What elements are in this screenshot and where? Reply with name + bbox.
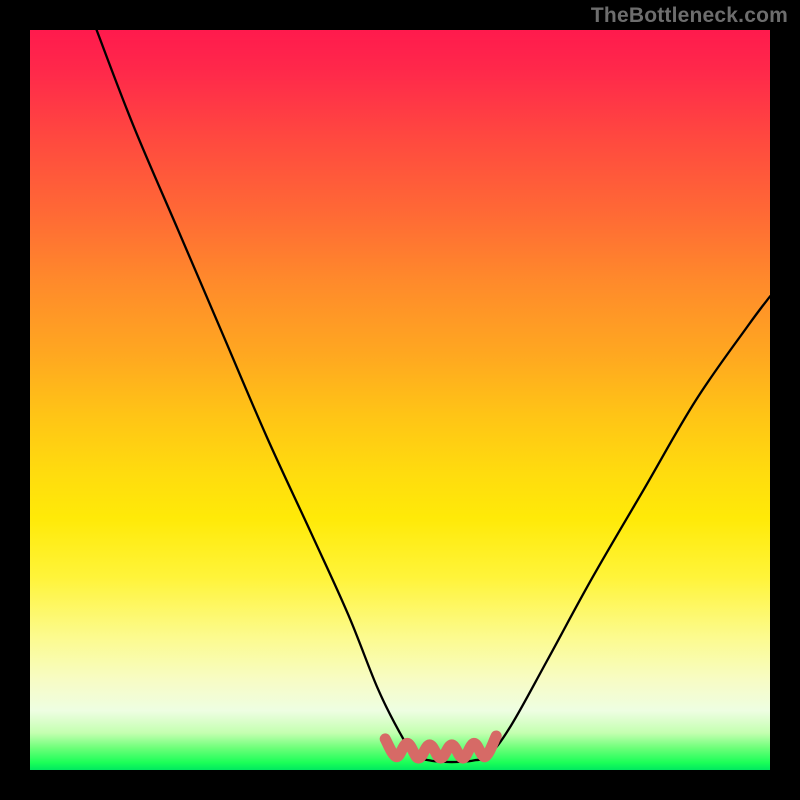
bottleneck-curve (97, 30, 770, 762)
chart-frame: TheBottleneck.com (0, 0, 800, 800)
plot-area (30, 30, 770, 770)
watermark-text: TheBottleneck.com (591, 4, 788, 28)
bottom-squiggle (385, 736, 496, 758)
chart-svg (30, 30, 770, 770)
